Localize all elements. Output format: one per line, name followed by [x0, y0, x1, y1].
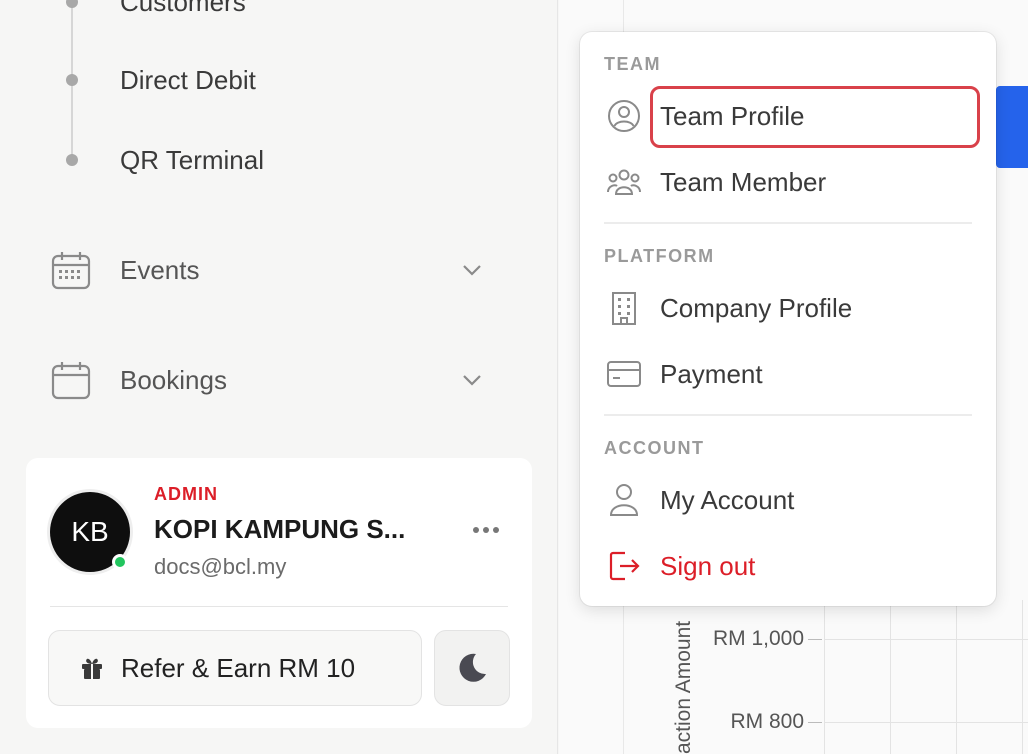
gift-icon [82, 658, 102, 679]
more-icon [473, 527, 479, 533]
bullet-icon [66, 74, 78, 86]
sidebar-item-label: Events [120, 254, 200, 285]
sidebar-item-label: Customers [120, 0, 246, 17]
user-icon [604, 480, 644, 520]
y-axis-label: action Amount [672, 620, 695, 754]
calendar-icon [48, 357, 94, 403]
sign-out-icon [604, 546, 644, 586]
menu-item-label: Team Profile [660, 100, 805, 131]
menu-item-label: Team Member [660, 166, 827, 197]
grid-line [890, 600, 891, 754]
moon-icon [459, 653, 486, 682]
sidebar: Customers Direct Debit QR Terminal Event… [0, 0, 558, 754]
grid-line [1022, 600, 1023, 754]
menu-item-label: Payment [660, 358, 763, 389]
menu-item-my-account[interactable]: My Account [604, 474, 974, 526]
profile-card: KB ADMIN KOPI KAMPUNG S... docs@bcl.my R… [26, 458, 532, 728]
calendar-grid-icon [48, 247, 94, 293]
section-title-account: ACCOUNT [604, 438, 705, 458]
sidebar-item-label: Direct Debit [120, 64, 256, 95]
sidebar-item-label: Bookings [120, 364, 227, 395]
section-title-platform: PLATFORM [604, 246, 715, 266]
grid-line [824, 722, 1028, 723]
menu-item-payment[interactable]: Payment [604, 348, 974, 400]
users-group-icon [604, 162, 644, 202]
refer-earn-label: Refer & Earn RM 10 [121, 652, 356, 683]
menu-item-sign-out[interactable]: Sign out [604, 540, 974, 592]
credit-card-icon [604, 354, 644, 394]
divider [604, 222, 972, 224]
primary-action-button[interactable] [996, 86, 1028, 168]
user-circle-icon [604, 96, 644, 136]
role-badge: ADMIN [154, 484, 218, 504]
grid-line [824, 639, 1028, 640]
sidebar-item-bookings[interactable]: Bookings [48, 354, 498, 406]
bullet-icon [66, 154, 78, 166]
avatar-initials: KB [71, 516, 109, 547]
chevron-down-icon[interactable] [460, 258, 484, 282]
menu-item-company-profile[interactable]: Company Profile [604, 282, 974, 334]
menu-item-label: My Account [660, 484, 795, 515]
settings-dropdown-menu: TEAM Team Profile Team Member PLATFORM C… [580, 32, 996, 606]
divider [50, 606, 508, 607]
chevron-down-icon[interactable] [460, 368, 484, 392]
menu-item-team-member[interactable]: Team Member [604, 156, 974, 208]
online-status-indicator [112, 554, 128, 570]
sidebar-item-events[interactable]: Events [48, 244, 498, 296]
menu-item-label: Company Profile [660, 292, 853, 323]
axis-tick [808, 639, 822, 640]
organization-email: docs@bcl.my [154, 554, 287, 579]
divider [604, 414, 972, 416]
menu-item-label: Sign out [660, 550, 756, 581]
organization-name: KOPI KAMPUNG S... [154, 514, 406, 544]
theme-toggle-button[interactable] [434, 630, 510, 706]
axis-tick [808, 722, 822, 723]
sidebar-item-label: QR Terminal [120, 144, 265, 175]
refer-earn-button[interactable]: Refer & Earn RM 10 [48, 630, 422, 706]
more-options-button[interactable] [466, 518, 506, 542]
grid-line [824, 600, 825, 754]
section-title-team: TEAM [604, 54, 661, 74]
menu-item-team-profile[interactable]: Team Profile [604, 90, 974, 142]
bullet-icon [66, 0, 78, 8]
grid-line [956, 600, 957, 754]
building-icon [604, 288, 644, 328]
